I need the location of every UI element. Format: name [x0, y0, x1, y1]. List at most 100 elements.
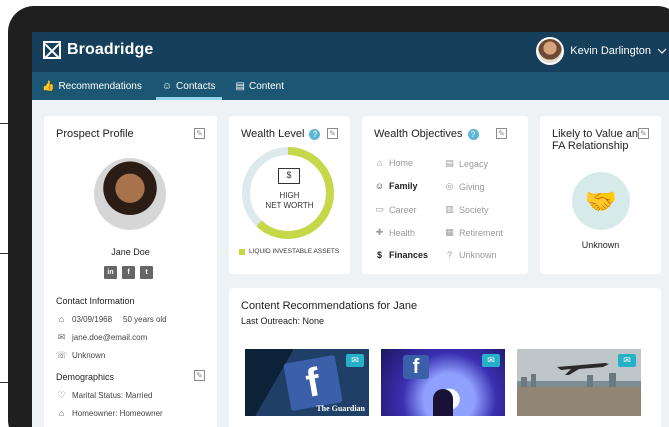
objective-label: Health [389, 227, 416, 238]
objective-family[interactable]: ☺ Family [374, 181, 418, 191]
demographics-heading: Demographics [56, 372, 115, 382]
tab-content[interactable]: ▤ Content [226, 72, 294, 100]
objective-career[interactable]: ▭ Career [374, 204, 417, 215]
home-icon: ⌂ [376, 158, 383, 168]
content-thumbnail[interactable]: f The Guardian ✉ [245, 349, 369, 416]
card-title-line2: FA Relationship [552, 140, 629, 152]
brand-name: Broadridge [67, 41, 154, 58]
objective-label: Giving [459, 181, 485, 192]
certificate-icon: ▤ [445, 158, 454, 168]
legend-swatch [239, 248, 245, 255]
silhouette [433, 389, 453, 416]
avatar [94, 158, 166, 230]
wealth-level-line1: HIGH [279, 191, 300, 200]
wealth-objectives-card: Wealth Objectives ? ✎ ⌂ Home ☺ Family ▭ Car… [362, 116, 528, 274]
facebook-icon[interactable]: f [122, 266, 135, 279]
linkedin-icon[interactable]: in [104, 266, 117, 279]
objective-giving[interactable]: ◎ Giving [444, 181, 485, 192]
twitter-icon[interactable]: t [140, 266, 153, 279]
wealth-legend: LIQUID INVESTABLE ASSETS [239, 248, 339, 255]
brand-logo[interactable]: Broadridge [43, 41, 153, 59]
briefcase-icon: ▭ [375, 204, 384, 214]
wealth-level-line2: NET WORTH [265, 201, 314, 210]
content-thumbnail[interactable]: ✉ [517, 349, 641, 416]
phone-value: Unknown [72, 351, 106, 360]
tab-label: Content [248, 80, 284, 92]
objective-label: Family [389, 181, 418, 191]
money-bag-icon: $ [376, 250, 382, 260]
dob-row: ⌂ 03/09/1968 50 years old [56, 314, 167, 324]
home-icon: ⌂ [58, 408, 65, 418]
marital-row: ♡ Marital Status: Married [56, 390, 152, 401]
edit-icon[interactable]: ✎ [638, 128, 649, 139]
edit-icon[interactable]: ✎ [194, 370, 205, 381]
edit-icon[interactable]: ✎ [496, 128, 507, 139]
app-screen: Broadridge Kevin Darlington 👍 Recommenda… [32, 32, 669, 427]
objective-home[interactable]: ⌂ Home [374, 158, 413, 168]
user-menu[interactable]: Kevin Darlington [536, 37, 667, 65]
content-recommendations-card: Content Recommendations for Jane Last Ou… [229, 288, 661, 427]
help-icon[interactable]: ? [467, 128, 479, 140]
thumbs-up-icon: 👍 [42, 80, 55, 92]
tab-label: Contacts [176, 80, 216, 92]
objective-label: Retirement [459, 227, 504, 238]
help-icon[interactable]: ? [309, 128, 321, 140]
family-icon: ☺ [374, 181, 385, 191]
handshake-icon: 🤝 [572, 172, 630, 230]
edit-icon[interactable]: ✎ [327, 128, 338, 139]
objective-label: Finances [389, 250, 429, 260]
brand-mark-icon [43, 41, 61, 59]
prospect-profile-card: Prospect Profile ✎ Jane Doe in f t Conta… [44, 116, 217, 427]
objective-finances[interactable]: $ Finances [374, 250, 428, 260]
mail-icon[interactable]: ✉ [346, 354, 364, 367]
card-title: Content Recommendations for Jane [241, 300, 418, 312]
edit-icon[interactable]: ✎ [194, 128, 205, 139]
objective-label: Society [459, 204, 489, 215]
chevron-down-icon [657, 48, 667, 54]
last-outreach: Last Outreach: None [241, 316, 325, 326]
objective-health[interactable]: ✚ Health [374, 227, 415, 238]
cake-icon: ⌂ [58, 314, 65, 324]
mail-icon[interactable]: ✉ [618, 354, 636, 367]
card-title: Prospect Profile [56, 128, 134, 140]
tab-contacts[interactable]: ☺ Contacts [152, 72, 226, 100]
facebook-logo: f [403, 355, 429, 379]
user-name: Kevin Darlington [570, 45, 651, 57]
giving-icon: ◎ [445, 181, 454, 191]
email-row: ✉ jane.doe@email.com [56, 332, 148, 343]
objective-unknown[interactable]: ? Unknown [444, 250, 497, 260]
phone-icon: ☏ [56, 350, 68, 360]
tablet-frame: Broadridge Kevin Darlington 👍 Recommenda… [8, 6, 669, 427]
fa-relationship-card: Likely to Value an FA Relationship ✎ 🤝 U… [540, 116, 661, 274]
card-title-text: Wealth Objectives [374, 128, 463, 140]
top-bar: Broadridge Kevin Darlington [32, 32, 669, 72]
objective-label: Legacy [459, 158, 489, 169]
objective-legacy[interactable]: ▤ Legacy [444, 158, 488, 169]
contact-heading: Contact Information [56, 296, 135, 306]
legend-label: LIQUID INVESTABLE ASSETS [249, 248, 340, 255]
person-icon: ☺ [161, 80, 173, 92]
medical-icon: ✚ [375, 227, 384, 237]
card-title-text: Wealth Level [241, 128, 305, 140]
objective-retirement[interactable]: ▦ Retirement [444, 227, 503, 238]
question-icon: ? [446, 250, 452, 260]
homeowner-row: ⌂ Homeowner: Homeowner [56, 408, 163, 418]
objective-society[interactable]: ▥ Society [444, 204, 489, 215]
card-title: Wealth Level ? [241, 128, 321, 140]
content-thumbnail[interactable]: f ✉ [381, 349, 505, 416]
tab-recommendations[interactable]: 👍 Recommendations [32, 72, 152, 100]
tab-label: Recommendations [58, 80, 142, 92]
prospect-name: Jane Doe [111, 247, 150, 257]
objective-label: Career [389, 204, 417, 215]
wealth-level-card: Wealth Level ? ✎ $ HIGH NET WORTH LIQUID… [229, 116, 350, 274]
dob-value: 03/09/1968 [72, 314, 113, 324]
card-title: Likely to Value an FA Relationship [552, 128, 638, 152]
marital-value: Marital Status: Married [72, 391, 153, 400]
facebook-logo: f [283, 354, 343, 412]
age-value: 50 years old [123, 314, 167, 324]
main-nav: 👍 Recommendations ☺ Contacts ▤ Content [32, 72, 669, 100]
institution-icon: ▥ [445, 204, 454, 214]
email-value[interactable]: jane.doe@email.com [72, 333, 147, 342]
card-title: Wealth Objectives ? [374, 128, 479, 140]
mail-icon[interactable]: ✉ [482, 354, 500, 367]
